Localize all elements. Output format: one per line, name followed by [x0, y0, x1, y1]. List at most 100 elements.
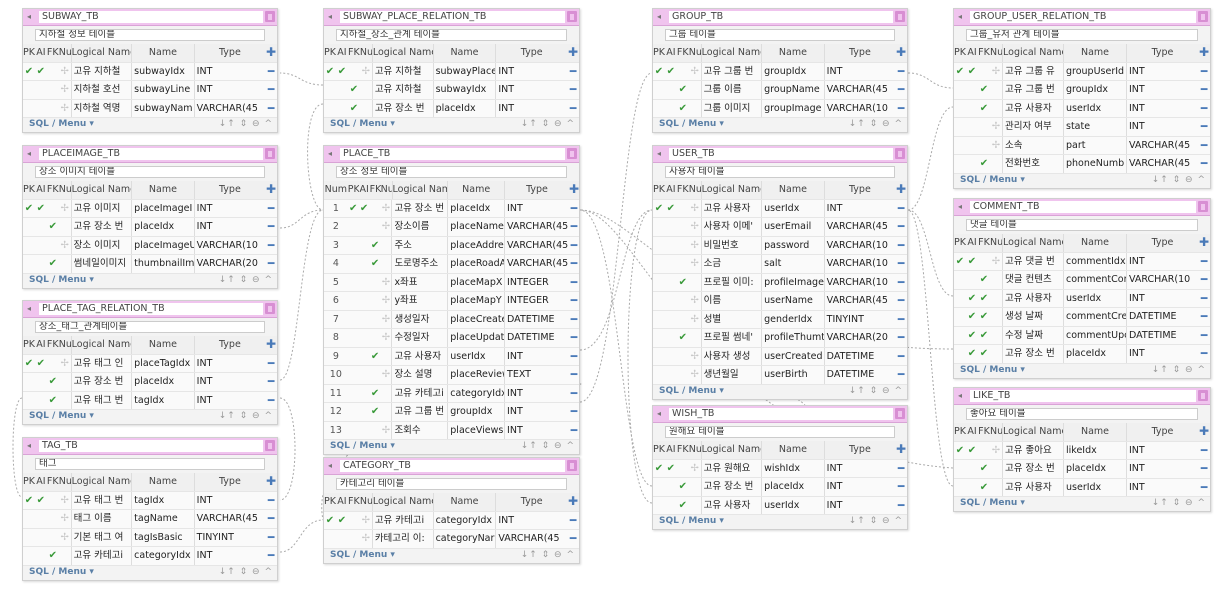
cell-name[interactable]: placeReview: [447, 366, 504, 384]
pk-check[interactable]: [954, 327, 966, 345]
null-toggle-icon[interactable]: [990, 155, 1002, 173]
fk-check[interactable]: ✔: [677, 497, 689, 515]
pk-check[interactable]: [954, 345, 966, 363]
null-toggle-icon[interactable]: [689, 100, 701, 118]
table-comment[interactable]: 지하철 정보 테이블: [35, 29, 265, 41]
fk-check[interactable]: ✔: [677, 274, 689, 292]
ai-check[interactable]: [665, 237, 677, 255]
null-toggle-icon[interactable]: [59, 547, 71, 565]
table-group-user[interactable]: ◂ GROUP_USER_RELATION_TB 그룹_유저 관계 테이블 PK AI F…: [953, 8, 1211, 189]
collapse-arrow-icon[interactable]: ◂: [328, 148, 338, 159]
cell-type[interactable]: VARCHAR(10: [823, 255, 895, 273]
table-row[interactable]: ✔ 고유 사용자 userIdx INT ━: [653, 496, 907, 515]
delete-table-icon[interactable]: [895, 408, 905, 419]
cell-logical[interactable]: 고유 지하철: [371, 81, 433, 99]
cell-type[interactable]: INT: [193, 81, 265, 99]
delete-table-icon[interactable]: [567, 460, 577, 471]
fk-check[interactable]: [348, 512, 360, 530]
table-controls-icon[interactable]: ↓↑ ⇕ ⊖ ^: [1152, 365, 1206, 375]
ai-check[interactable]: ✔: [665, 200, 677, 218]
ai-check[interactable]: [665, 366, 677, 384]
table-row[interactable]: 2 ✢ 장소이름 placeName VARCHAR(45 ━: [324, 218, 579, 237]
cell-type[interactable]: VARCHAR(20: [823, 329, 895, 347]
delete-table-icon[interactable]: [265, 148, 275, 159]
cell-logical[interactable]: y좌표: [391, 292, 447, 310]
cell-type[interactable]: VARCHAR(45: [495, 530, 567, 548]
cell-name[interactable]: groupName: [761, 81, 824, 99]
ai-check[interactable]: ✔: [966, 442, 978, 460]
table-title[interactable]: PLACE_TAG_RELATION_TB: [39, 303, 263, 315]
pk-check[interactable]: ✔: [653, 200, 665, 218]
pk-check[interactable]: [653, 366, 665, 384]
pk-check[interactable]: [653, 100, 665, 118]
cell-logical[interactable]: 소속: [1002, 136, 1063, 154]
cell-type[interactable]: INT: [1126, 345, 1198, 363]
cell-type[interactable]: INT: [193, 373, 265, 391]
cell-type[interactable]: DATETIME: [1126, 308, 1198, 326]
cell-name[interactable]: userName: [761, 292, 824, 310]
cell-type[interactable]: VARCHAR(45: [823, 81, 895, 99]
pk-check[interactable]: [653, 311, 665, 329]
cell-type[interactable]: INT: [193, 354, 265, 372]
table-row[interactable]: ✔ ✔ ✢ 고유 원해요 wishIdx INT ━: [653, 459, 907, 478]
fk-check[interactable]: [978, 137, 990, 155]
null-toggle-icon[interactable]: ✢: [360, 63, 372, 81]
ai-check[interactable]: [359, 274, 370, 292]
fk-check[interactable]: ✔: [978, 308, 990, 326]
ai-check[interactable]: ✔: [35, 355, 47, 373]
cell-name[interactable]: tagName: [131, 510, 194, 528]
table-row[interactable]: ✔ 고유 지하철 subwayIdx INT ━: [324, 81, 579, 100]
add-column-icon[interactable]: ✚: [265, 473, 277, 491]
cell-logical[interactable]: 소금: [700, 255, 762, 273]
remove-column-icon[interactable]: ━: [895, 255, 907, 273]
pk-check[interactable]: [653, 255, 665, 273]
add-column-icon[interactable]: ✚: [1198, 423, 1210, 441]
cell-type[interactable]: INT: [823, 496, 895, 514]
ai-check[interactable]: [35, 529, 47, 547]
cell-name[interactable]: subwayPlace: [432, 62, 495, 80]
cell-type[interactable]: DATETIME: [504, 329, 569, 347]
collapse-arrow-icon[interactable]: ◂: [27, 440, 37, 451]
cell-name[interactable]: groupIdx: [1063, 81, 1126, 99]
table-row[interactable]: ✢ 사용자 이메' userEmail VARCHAR(45 ━: [653, 218, 907, 237]
ai-check[interactable]: [35, 547, 47, 565]
fk-check[interactable]: [370, 422, 381, 440]
remove-column-icon[interactable]: ━: [1198, 479, 1210, 497]
cell-type[interactable]: INT: [193, 199, 265, 217]
cell-type[interactable]: TINYINT: [823, 310, 895, 328]
ai-check[interactable]: ✔: [966, 327, 978, 345]
ai-check[interactable]: [336, 100, 348, 118]
table-row[interactable]: 11 ✔ 고유 카테고i categoryIdx INT ━: [324, 384, 579, 403]
remove-column-icon[interactable]: ━: [569, 311, 579, 329]
null-toggle-icon[interactable]: ✢: [689, 311, 701, 329]
cell-name[interactable]: commentIdx: [1063, 252, 1126, 270]
cell-type[interactable]: INT: [823, 478, 895, 496]
fk-check[interactable]: [978, 118, 990, 136]
pk-check[interactable]: [954, 460, 966, 478]
cell-type[interactable]: VARCHAR(20: [193, 255, 265, 273]
pk-check[interactable]: ✔: [324, 512, 336, 530]
cell-type[interactable]: VARCHAR(45: [504, 255, 569, 273]
null-toggle-icon[interactable]: ✢: [381, 329, 392, 347]
sql-menu-button[interactable]: SQL / Menu ▾: [29, 275, 94, 285]
pk-check[interactable]: [348, 329, 359, 347]
cell-type[interactable]: VARCHAR(45: [823, 218, 895, 236]
remove-column-icon[interactable]: ━: [895, 348, 907, 366]
delete-table-icon[interactable]: [265, 11, 275, 22]
delete-table-icon[interactable]: [1198, 390, 1208, 401]
pk-check[interactable]: [348, 311, 359, 329]
table-row[interactable]: ✔ ✔ ✢ 고유 그룹 번 groupIdx INT ━: [653, 62, 907, 81]
table-place[interactable]: ◂PLACE_TB 장소 정보 테이블 NumPKAIFKNullLogical N…: [323, 145, 580, 455]
fk-check[interactable]: [370, 366, 381, 384]
fk-check[interactable]: ✔: [677, 478, 689, 496]
cell-type[interactable]: INT: [193, 391, 265, 409]
table-comment[interactable]: ◂COMMENT_TB댓글 테이블PKAIFKNullLogical NameN…: [953, 198, 1211, 379]
cell-logical[interactable]: 고유 지하철: [70, 62, 132, 80]
remove-column-icon[interactable]: ━: [1198, 460, 1210, 478]
ai-check[interactable]: [35, 255, 47, 273]
ai-check[interactable]: [359, 237, 370, 255]
cell-type[interactable]: INT: [504, 347, 569, 365]
remove-column-icon[interactable]: ━: [265, 63, 277, 81]
cell-type[interactable]: VARCHAR(10: [823, 99, 895, 117]
cell-type[interactable]: INT: [495, 81, 567, 99]
